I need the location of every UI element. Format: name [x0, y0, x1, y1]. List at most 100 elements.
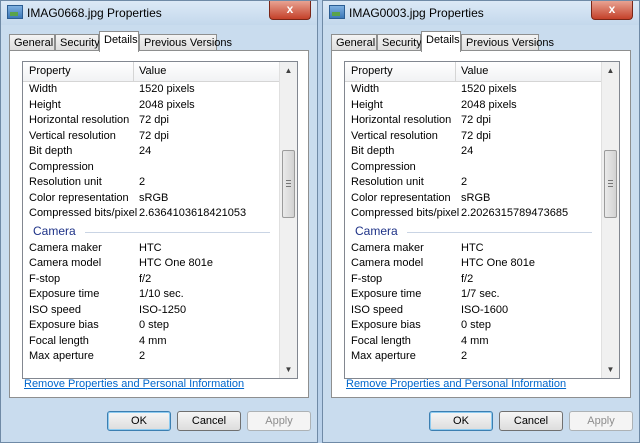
- scroll-down-arrow-icon[interactable]: ▼: [602, 361, 619, 378]
- property-name: Max aperture: [29, 350, 94, 362]
- scroll-down-arrow-icon[interactable]: ▼: [280, 361, 297, 378]
- property-value: HTC One 801e: [139, 257, 213, 269]
- property-row[interactable]: Exposure bias 0 step: [345, 318, 602, 334]
- cancel-button[interactable]: Cancel: [499, 411, 563, 431]
- property-row[interactable]: Exposure bias 0 step: [23, 318, 280, 334]
- property-row[interactable]: F-stop f/2: [23, 272, 280, 288]
- property-row[interactable]: Camera model HTC One 801e: [345, 256, 602, 272]
- window-title: IMAG0668.jpg Properties: [27, 6, 162, 20]
- property-name: Compression: [29, 160, 94, 173]
- tab-details[interactable]: Details: [421, 31, 461, 52]
- scrollbar-thumb[interactable]: [282, 150, 295, 218]
- property-row[interactable]: Horizontal resolution 72 dpi: [23, 113, 280, 129]
- property-row[interactable]: Exposure time 1/10 sec.: [23, 287, 280, 303]
- column-divider[interactable]: [455, 62, 456, 81]
- cancel-button[interactable]: Cancel: [177, 411, 241, 431]
- property-name: Vertical resolution: [351, 129, 438, 142]
- property-name: Compressed bits/pixel: [29, 207, 138, 219]
- property-row[interactable]: ISO speed ISO-1600: [345, 303, 602, 319]
- grip-icon: [286, 180, 291, 187]
- property-row[interactable]: Compression: [23, 160, 280, 176]
- apply-button[interactable]: Apply: [247, 411, 311, 431]
- property-name: Horizontal resolution: [351, 114, 452, 126]
- property-list[interactable]: Property Value Width 1520 pixels Height 2048 …: [22, 61, 298, 379]
- property-row[interactable]: Horizontal resolution 72 dpi: [345, 113, 602, 129]
- property-value: 2048 pixels: [461, 98, 517, 111]
- property-name: Compressed bits/pixel: [351, 207, 460, 219]
- property-name: Compression: [351, 160, 416, 173]
- property-list[interactable]: Property Value Width 1520 pixels Height 2048 …: [344, 61, 620, 379]
- close-button[interactable]: x: [269, 1, 311, 20]
- remove-properties-link[interactable]: Remove Properties and Personal Informati…: [346, 378, 566, 390]
- property-row[interactable]: Height 2048 pixels: [23, 98, 280, 114]
- property-value: f/2: [139, 272, 152, 285]
- remove-properties-link[interactable]: Remove Properties and Personal Informati…: [24, 378, 244, 390]
- property-row[interactable]: Width 1520 pixels: [345, 82, 602, 98]
- section-title: Camera: [355, 223, 398, 238]
- property-row[interactable]: Width 1520 pixels: [23, 82, 280, 98]
- tab-general[interactable]: General: [331, 34, 377, 51]
- property-name: Color representation: [351, 191, 451, 204]
- properties-window-right: IMAG0003.jpg Properties x General Security D…: [322, 0, 640, 443]
- property-row[interactable]: Camera maker HTC: [23, 241, 280, 257]
- scroll-up-arrow-icon[interactable]: ▲: [280, 62, 297, 79]
- property-row[interactable]: Height 2048 pixels: [345, 98, 602, 114]
- close-button[interactable]: x: [591, 1, 633, 20]
- property-row[interactable]: Vertical resolution 72 dpi: [345, 129, 602, 145]
- tab-security[interactable]: Security: [55, 34, 100, 51]
- ok-button[interactable]: OK: [429, 411, 493, 431]
- property-rows: Width 1520 pixels Height 2048 pixels Horizon…: [345, 82, 602, 378]
- tab-details[interactable]: Details: [99, 31, 139, 52]
- column-header-value[interactable]: Value: [461, 65, 488, 77]
- property-row[interactable]: Color representation sRGB: [345, 191, 602, 207]
- title-bar[interactable]: IMAG0668.jpg Properties x: [1, 1, 317, 25]
- tab-general[interactable]: General: [9, 34, 55, 51]
- property-name: F-stop: [351, 272, 383, 285]
- property-value: 2: [139, 350, 146, 362]
- column-header-property[interactable]: Property: [351, 65, 393, 77]
- details-panel: Property Value Width 1520 pixels Height 2048 …: [9, 50, 309, 398]
- column-divider[interactable]: [133, 62, 134, 81]
- property-row[interactable]: F-stop f/2: [345, 272, 602, 288]
- tab-security[interactable]: Security: [377, 34, 422, 51]
- property-row[interactable]: Focal length 4 mm: [23, 334, 280, 350]
- property-row[interactable]: Bit depth 24: [23, 144, 280, 160]
- column-header-value[interactable]: Value: [139, 65, 166, 77]
- property-name: Height: [29, 98, 61, 111]
- property-row[interactable]: Color representation sRGB: [23, 191, 280, 207]
- apply-button[interactable]: Apply: [569, 411, 633, 431]
- title-bar[interactable]: IMAG0003.jpg Properties x: [323, 1, 639, 25]
- property-name: Camera maker: [29, 241, 102, 254]
- tab-previous-versions[interactable]: Previous Versions: [461, 34, 554, 51]
- property-name: ISO speed: [351, 303, 403, 316]
- property-row[interactable]: ISO speed ISO-1250: [23, 303, 280, 319]
- property-row[interactable]: Camera model HTC One 801e: [23, 256, 280, 272]
- window-title: IMAG0003.jpg Properties: [349, 6, 484, 20]
- property-value: sRGB: [461, 191, 491, 204]
- column-header-property[interactable]: Property: [29, 65, 71, 77]
- ok-button[interactable]: OK: [107, 411, 171, 431]
- property-value: 72 dpi: [139, 114, 169, 126]
- scroll-up-arrow-icon[interactable]: ▲: [602, 62, 619, 79]
- property-row[interactable]: Focal length 4 mm: [345, 334, 602, 350]
- vertical-scrollbar[interactable]: ▲ ▼: [279, 62, 297, 378]
- property-row[interactable]: Vertical resolution 72 dpi: [23, 129, 280, 145]
- property-row[interactable]: Resolution unit 2: [345, 175, 602, 191]
- property-value: 2048 pixels: [139, 98, 195, 111]
- tab-previous-versions[interactable]: Previous Versions: [139, 34, 232, 51]
- property-name: Focal length: [29, 334, 89, 347]
- property-row[interactable]: Compressed bits/pixel 2.6364103618421053: [23, 206, 280, 222]
- property-row[interactable]: Camera maker HTC: [345, 241, 602, 257]
- property-row[interactable]: Compression: [345, 160, 602, 176]
- property-row[interactable]: Resolution unit 2: [23, 175, 280, 191]
- scrollbar-thumb[interactable]: [604, 150, 617, 218]
- property-value: 72 dpi: [139, 129, 169, 142]
- property-row[interactable]: Compressed bits/pixel 2.2026315789473685: [345, 206, 602, 222]
- property-row[interactable]: Max aperture 2: [23, 349, 280, 365]
- property-name: Camera maker: [351, 241, 424, 254]
- property-row[interactable]: Max aperture 2: [345, 349, 602, 365]
- section-header: Camera: [345, 222, 602, 241]
- property-row[interactable]: Exposure time 1/7 sec.: [345, 287, 602, 303]
- vertical-scrollbar[interactable]: ▲ ▼: [601, 62, 619, 378]
- property-row[interactable]: Bit depth 24: [345, 144, 602, 160]
